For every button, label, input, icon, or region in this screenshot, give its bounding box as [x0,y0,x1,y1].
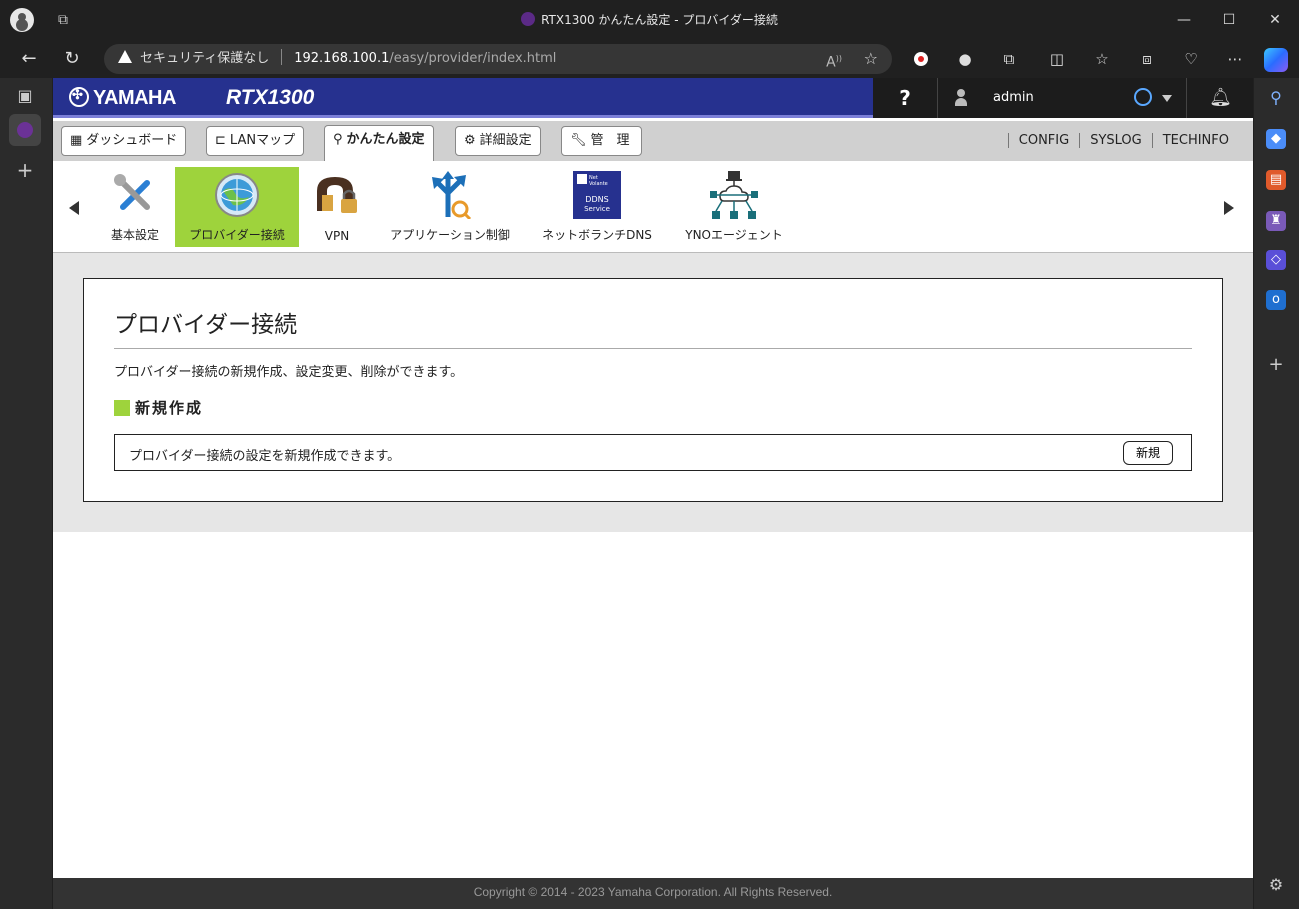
new-tab-icon[interactable]: + [16,160,34,180]
yamaha-mark-icon [69,87,89,107]
header-links: CONFIG SYSLOG TECHINFO [1007,133,1239,148]
shopping-icon[interactable]: ◆ [1266,129,1286,149]
wand-icon: ⚲ [333,132,343,147]
lan-map-icon: ⊏ [215,133,226,148]
url-host: 192.168.100.1 [294,51,390,66]
section-title: 新規作成 [114,397,203,418]
new-connection-box: プロバイダー接続の設定を新規作成できます。 新規 [114,434,1192,471]
content-area: プロバイダー接続 プロバイダー接続の新規作成、設定変更、削除ができます。 新規作… [53,253,1253,532]
copilot-icon[interactable] [1264,48,1288,72]
page-description: プロバイダー接続の新規作成、設定変更、削除ができます。 [114,365,464,380]
syslog-link[interactable]: SYSLOG [1079,133,1152,148]
security-label[interactable]: セキュリティ保護なし [140,51,269,66]
new-connection-text: プロバイダー接続の設定を新規作成できます。 [129,449,401,464]
tab-dashboard[interactable]: ▦ ダッシュボード [61,126,187,156]
iconbar-provider-connection[interactable]: プロバイダー接続 [175,167,299,247]
iconbar-yno-agent[interactable]: YNOエージェント [675,167,793,247]
model-name: RTX1300 [226,86,315,109]
yamaha-logo: YAMAHA [69,87,176,110]
refresh-icon[interactable]: ↻ [61,48,83,70]
footer-copyright: Copyright © 2014 - 2023 Yamaha Corporati… [53,878,1253,909]
gear-icon: ⚙ [464,133,476,148]
svg-text:Volante: Volante [589,181,608,187]
page-viewport: YAMAHA RTX1300 ? admin 🔔︎ ▦ダッシュボード ⊏LANマ… [53,78,1253,909]
office-icon[interactable]: ◇ [1266,250,1286,270]
main-menu: ▦ ダッシュボード ⊏ LANマップ ⚲ かんたん設定 ⚙ 詳細設定 🔧︎ 管 理 CON… [53,121,1253,161]
scroll-right-arrow-icon[interactable] [1224,201,1234,215]
provider-panel: プロバイダー接続 プロバイダー接続の新規作成、設定変更、削除ができます。 新規作… [83,278,1223,502]
scroll-left-arrow-icon[interactable] [69,201,79,215]
tools-icon [114,174,151,211]
close-icon[interactable]: ✕ [1263,8,1287,32]
notification-bell-icon[interactable]: 🔔︎ [1188,78,1253,118]
read-aloud-icon[interactable]: A)) [826,44,842,78]
globe-icon [215,173,259,217]
vpn-lock-icon [317,177,357,213]
warning-icon [118,50,132,63]
collections-icon[interactable]: ⧈ [1136,48,1158,70]
favicon-icon [521,12,536,26]
tab-advanced-settings[interactable]: ⚙ 詳細設定 [455,126,541,156]
loading-spinner-icon [1134,88,1152,106]
tab-lan-map[interactable]: ⊏ LANマップ [206,126,305,156]
tab-panel-icon[interactable]: ▣ [16,87,34,105]
wrench-icon: 🔧︎ [570,133,587,148]
config-link[interactable]: CONFIG [1007,133,1079,148]
search-icon[interactable]: ⚲ [1266,88,1286,108]
iconbar-basic-settings[interactable]: 基本設定 [101,167,169,247]
iconbar-application-control[interactable]: アプリケーション制御 [382,167,518,247]
header-actions: ? admin 🔔︎ [873,78,1253,118]
more-menu-icon[interactable]: ⋯ [1224,48,1246,70]
iconbar-netvolante-dns[interactable]: Net Volante DDNS Service ネットボランチDNS [536,167,658,247]
favorite-star-icon[interactable]: ☆ [864,44,878,74]
help-button[interactable]: ? [873,78,938,118]
ddns-service-icon: Net Volante DDNS Service [573,171,621,219]
url-path: /easy/provider/index.html [389,51,557,66]
username: admin [993,90,1034,105]
easy-settings-iconbar: 基本設定 プロバイダー接続 VPN アプリケーション制御 Net Volante… [53,161,1253,253]
edge-sidebar: ⚲ ◆ ▤ ♜ ◇ o + ⚙ [1254,78,1299,909]
section-marker-icon [114,400,130,416]
record-icon[interactable] [910,48,932,70]
user-icon [955,89,967,107]
sidebar-settings-icon[interactable]: ⚙ [1266,875,1286,895]
tools-icon[interactable]: ▤ [1266,170,1286,190]
tab-easy-settings[interactable]: ⚲ かんたん設定 [324,125,434,161]
games-icon[interactable]: ♜ [1266,211,1286,231]
address-bar[interactable]: セキュリティ保護なし 192.168.100.1/easy/provider/in… [104,44,892,74]
maximize-icon[interactable]: ☐ [1217,8,1241,32]
new-button[interactable]: 新規 [1123,441,1173,465]
vertical-tab-strip: ▣ + [0,78,52,909]
iconbar-vpn[interactable]: VPN [305,167,369,247]
user-menu[interactable]: admin [939,78,1187,118]
svg-text:Service: Service [584,205,610,213]
browser-titlebar: ⧉ RTX1300 かんたん設定 - プロバイダー接続 — ☐ ✕ [0,0,1299,40]
app-header: YAMAHA RTX1300 ? admin 🔔︎ [53,78,1253,118]
browser-essentials-icon[interactable]: ♡ [1180,48,1202,70]
split-screen-icon[interactable]: ◫ [1046,48,1068,70]
title-divider [114,348,1192,349]
minimize-icon[interactable]: — [1172,8,1196,32]
techinfo-link[interactable]: TECHINFO [1151,133,1239,148]
branch-arrows-icon [432,171,472,219]
back-icon[interactable]: ← [18,48,40,70]
cloud-network-icon [710,171,758,219]
chevron-down-icon[interactable] [1162,95,1172,102]
dashboard-icon: ▦ [70,133,83,148]
active-tab[interactable] [9,114,41,146]
extension-icon[interactable]: ● [954,48,976,70]
favorites-icon[interactable]: ☆ [1091,48,1113,70]
window-title: RTX1300 かんたん設定 - プロバイダー接続 [0,11,1299,28]
svg-text:DDNS: DDNS [585,195,608,204]
extensions-puzzle-icon[interactable]: ⧉ [998,48,1020,70]
page-title: プロバイダー接続 [114,312,298,338]
outlook-icon[interactable]: o [1266,290,1286,310]
add-sidebar-app-icon[interactable]: + [1266,355,1286,375]
tab-management[interactable]: 🔧︎ 管 理 [561,126,642,156]
